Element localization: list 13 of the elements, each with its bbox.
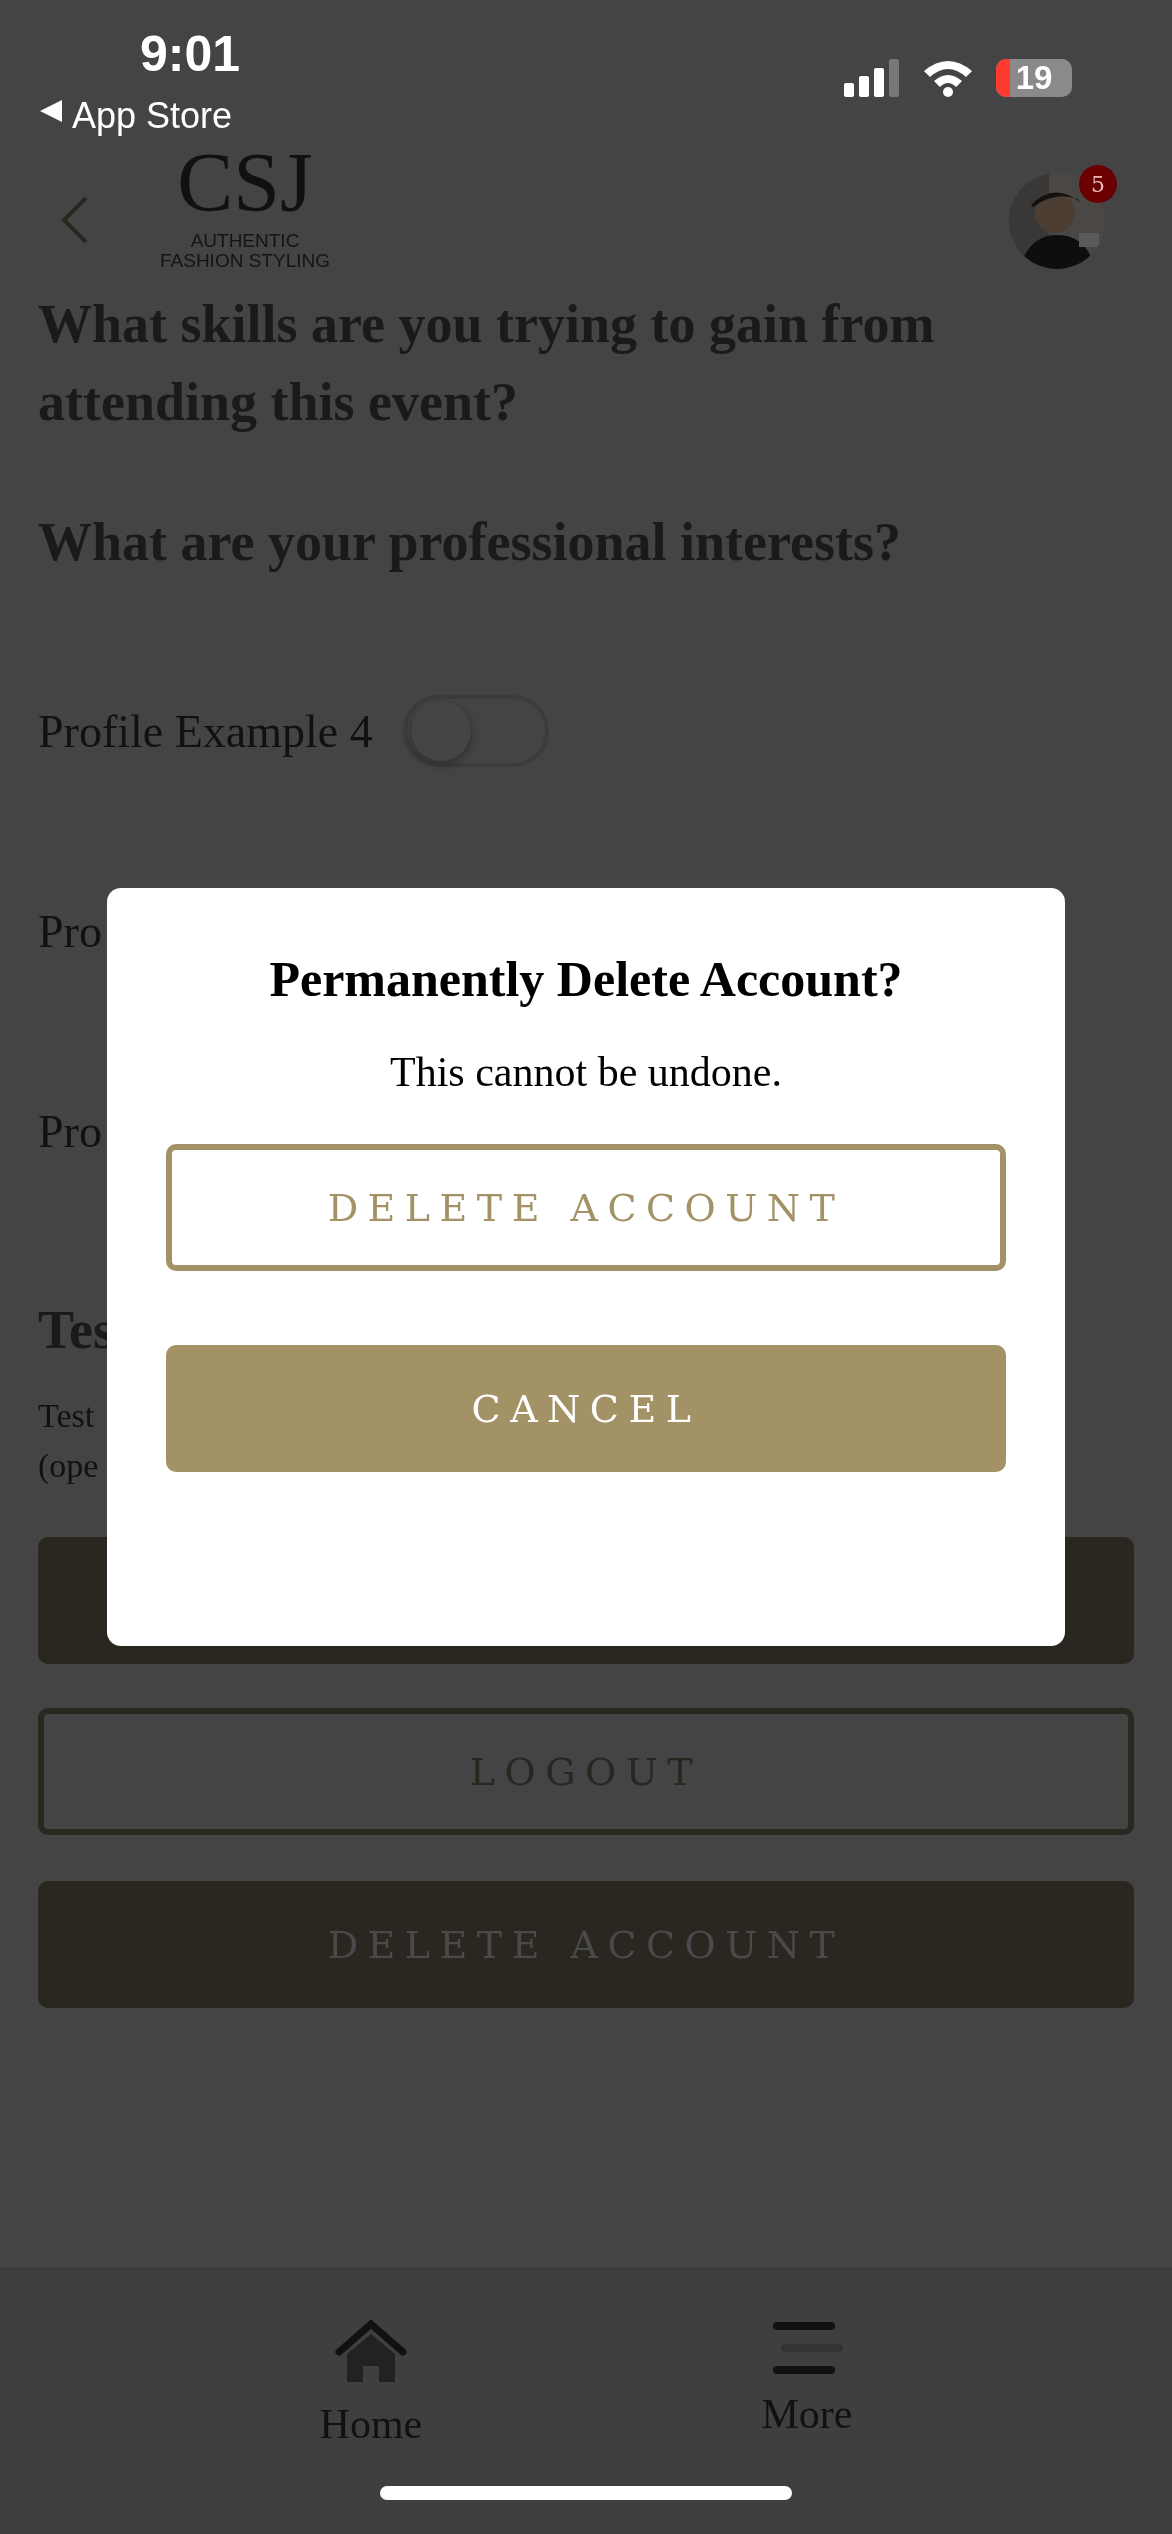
menu-icon bbox=[770, 2320, 843, 2376]
notification-badge: 5 bbox=[1079, 165, 1117, 203]
status-time: 9:01 bbox=[140, 25, 241, 84]
delete-account-button[interactable]: DELETE ACCOUNT bbox=[166, 1144, 1006, 1271]
cancel-button[interactable]: CANCEL bbox=[166, 1345, 1006, 1472]
back-to-app-link[interactable]: App Store bbox=[72, 94, 233, 138]
dialog-message: This cannot be undone. bbox=[390, 1048, 782, 1096]
back-chevron-icon[interactable] bbox=[60, 195, 90, 245]
wifi-icon bbox=[922, 59, 974, 97]
dialog-title: Permanently Delete Account? bbox=[269, 950, 903, 1008]
battery-indicator: 19 bbox=[996, 59, 1072, 97]
signal-icon bbox=[844, 59, 900, 97]
back-triangle-icon[interactable] bbox=[40, 100, 62, 122]
